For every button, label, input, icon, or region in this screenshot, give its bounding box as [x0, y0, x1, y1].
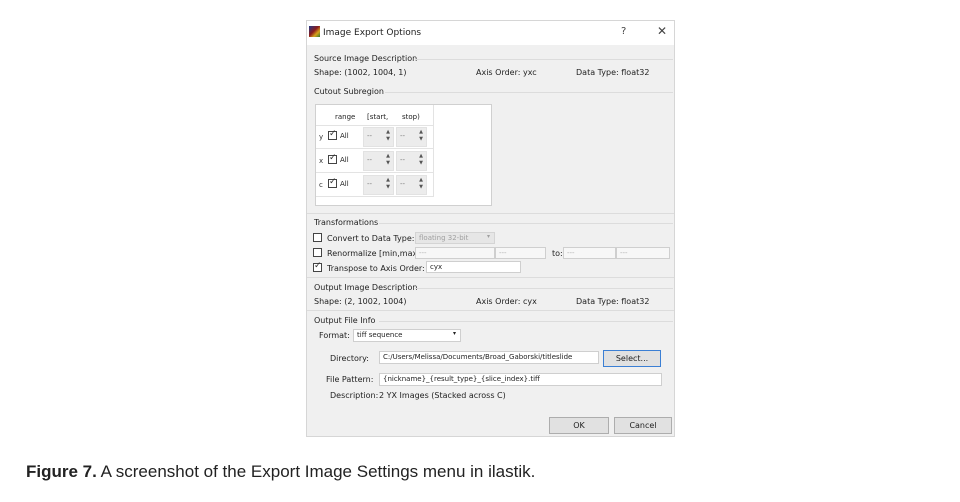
- window-title: Image Export Options: [323, 28, 422, 38]
- table-grid: [316, 196, 433, 197]
- help-button[interactable]: ?: [621, 26, 626, 37]
- app-icon: [309, 26, 320, 37]
- transpose-axis-input[interactable]: cyx: [426, 261, 521, 273]
- divider: [415, 288, 673, 289]
- convert-checkbox[interactable]: [313, 233, 322, 242]
- table-grid: [316, 125, 433, 126]
- caption-text: A screenshot of the Export Image Setting…: [96, 462, 536, 481]
- divider: [307, 277, 674, 278]
- spin-arrows-icon[interactable]: ▲ ▼: [419, 153, 423, 167]
- output-axis-order: Axis Order: cyx: [476, 297, 537, 306]
- stop-spinbox-c[interactable]: -- ▲ ▼: [396, 175, 427, 195]
- convert-label: Convert to Data Type:: [327, 234, 415, 243]
- output-data-type: Data Type: float32: [576, 297, 650, 306]
- row-label-x: x: [319, 157, 324, 165]
- directory-label: Directory:: [330, 354, 369, 363]
- transpose-checkbox[interactable]: [313, 261, 322, 272]
- format-select[interactable]: tiff sequence ▾: [353, 329, 461, 342]
- spin-arrows-icon[interactable]: ▲ ▼: [386, 153, 390, 167]
- title-bar: Image Export Options ? ✕: [307, 21, 674, 45]
- to-label: to:: [552, 249, 563, 258]
- all-label: All: [340, 180, 349, 188]
- all-label: All: [340, 156, 349, 164]
- spin-arrows-icon[interactable]: ▲ ▼: [386, 129, 390, 143]
- cutout-table: range [start, stop) y All --▲▼ --▲▼ x Al…: [315, 104, 492, 206]
- stop-spinbox-x[interactable]: -- ▲ ▼: [396, 151, 427, 171]
- output-shape: Shape: (2, 1002, 1004): [314, 297, 407, 306]
- source-data-type: Data Type: float32: [576, 68, 650, 77]
- divider: [307, 213, 674, 214]
- renormalize-from-max: ---: [495, 247, 546, 259]
- source-axis-order: Axis Order: yxc: [476, 68, 537, 77]
- divider: [415, 59, 673, 60]
- column-header-range: range: [335, 113, 356, 121]
- description-label: Description:: [330, 391, 379, 400]
- figure-number: Figure 7.: [26, 462, 97, 481]
- spin-arrows-icon[interactable]: ▲ ▼: [419, 129, 423, 143]
- row-label-c: c: [319, 181, 323, 189]
- all-label: All: [340, 132, 349, 140]
- file-info-heading: Output File Info: [314, 316, 376, 325]
- renormalize-to-max: ---: [616, 247, 670, 259]
- table-grid: [316, 172, 433, 173]
- figure-caption: Figure 7. A screenshot of the Export Ima…: [26, 462, 535, 482]
- source-shape: Shape: (1002, 1004, 1): [314, 68, 407, 77]
- format-label: Format:: [319, 331, 350, 340]
- divider: [307, 310, 674, 311]
- divider: [385, 92, 673, 93]
- row-label-y: y: [319, 133, 324, 141]
- image-export-dialog: Image Export Options ? ✕ Source Image De…: [306, 20, 675, 437]
- renormalize-checkbox[interactable]: [313, 248, 322, 257]
- output-heading: Output Image Description: [314, 283, 418, 292]
- spin-arrows-icon[interactable]: ▲ ▼: [419, 177, 423, 191]
- dropdown-arrow-icon: ▾: [452, 330, 456, 337]
- ok-button[interactable]: OK: [549, 417, 609, 434]
- column-header-stop: stop): [402, 113, 420, 121]
- description-value: 2 YX Images (Stacked across C): [379, 391, 506, 400]
- column-header-start: [start,: [367, 113, 389, 121]
- source-heading: Source Image Description: [314, 54, 418, 63]
- transformations-heading: Transformations: [314, 218, 379, 227]
- close-icon[interactable]: ✕: [657, 24, 667, 38]
- convert-type-select: floating 32-bit ▾: [415, 232, 495, 244]
- start-spinbox-x[interactable]: -- ▲ ▼: [363, 151, 394, 171]
- divider: [379, 321, 673, 322]
- file-pattern-input[interactable]: {nickname}_{result_type}_{slice_index}.t…: [379, 373, 662, 386]
- range-all-checkbox-c[interactable]: [328, 177, 337, 188]
- start-spinbox-c[interactable]: -- ▲ ▼: [363, 175, 394, 195]
- table-grid: [433, 105, 434, 197]
- stop-spinbox-y[interactable]: -- ▲ ▼: [396, 127, 427, 147]
- range-all-checkbox-x[interactable]: [328, 153, 337, 164]
- cutout-heading: Cutout Subregion: [314, 87, 384, 96]
- dropdown-arrow-icon: ▾: [486, 233, 490, 240]
- select-directory-button[interactable]: Select...: [603, 350, 661, 367]
- table-grid: [316, 148, 433, 149]
- divider: [379, 223, 673, 224]
- start-spinbox-y[interactable]: -- ▲ ▼: [363, 127, 394, 147]
- directory-input[interactable]: C:/Users/Melissa/Documents/Broad_Gaborsk…: [379, 351, 599, 364]
- spin-arrows-icon[interactable]: ▲ ▼: [386, 177, 390, 191]
- renormalize-to-min: ---: [563, 247, 616, 259]
- transpose-label: Transpose to Axis Order:: [327, 264, 425, 273]
- file-pattern-label: File Pattern:: [326, 375, 374, 384]
- cancel-button[interactable]: Cancel: [614, 417, 672, 434]
- range-all-checkbox-y[interactable]: [328, 129, 337, 140]
- renormalize-from-min: ---: [415, 247, 495, 259]
